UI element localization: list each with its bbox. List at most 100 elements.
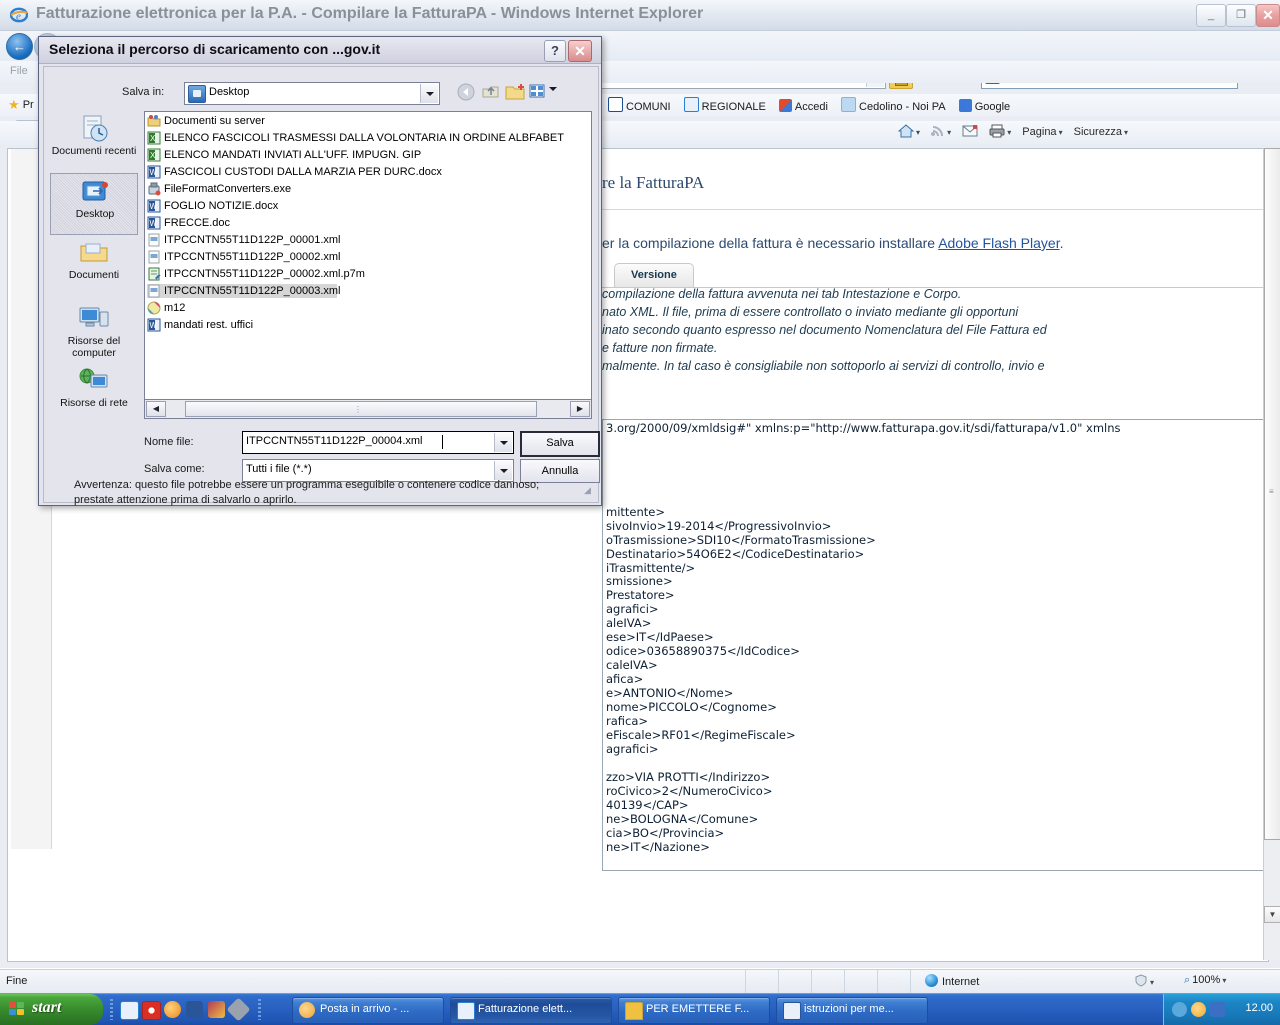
- views-dropdown-icon[interactable]: [549, 87, 557, 91]
- scroll-thumb[interactable]: ≡: [1264, 148, 1280, 840]
- ie-logo-icon: e: [9, 6, 29, 24]
- file-list-item-selected[interactable]: ITPCCNTN55T11D122P_00003.xml: [147, 284, 340, 298]
- scroll-thumb[interactable]: ⋮: [185, 401, 537, 417]
- favorite-regionale[interactable]: REGIONALE: [683, 97, 766, 113]
- minimize-button[interactable]: _: [1196, 4, 1226, 27]
- chevron-down-icon: ▾: [1007, 128, 1012, 137]
- feeds-button[interactable]: ▾: [931, 124, 951, 138]
- chevron-down-icon[interactable]: [494, 461, 512, 480]
- views-icon[interactable]: [528, 81, 550, 103]
- place-documenti-recenti[interactable]: Documenti recenti: [50, 111, 138, 173]
- antivirus-icon[interactable]: [1191, 1002, 1206, 1017]
- flash-notice: er la compilazione della fattura è neces…: [602, 235, 1063, 251]
- back-button[interactable]: ←: [6, 33, 33, 60]
- close-window-button[interactable]: ✕: [1256, 4, 1280, 27]
- file-list-horizontal-scrollbar[interactable]: ◀ ⋮ ▶: [144, 399, 592, 419]
- svg-text:W: W: [150, 202, 158, 211]
- chevron-down-icon[interactable]: [494, 433, 512, 452]
- clock[interactable]: 12.00: [1245, 1002, 1273, 1014]
- zoom-indicator[interactable]: ⌕ 100% ▾: [1184, 974, 1226, 987]
- grip-icon[interactable]: [258, 999, 261, 1020]
- favorite-cedolino[interactable]: Cedolino - Noi PA: [841, 97, 946, 113]
- file-list[interactable]: Documenti su server X ELENCO FASCICOLI TR…: [144, 111, 592, 401]
- xml-output-textarea[interactable]: 3.org/2000/09/xmldsig#" xmlns:p="http://…: [602, 419, 1268, 871]
- save-as-type-label: Salva come:: [144, 463, 205, 475]
- favorite-google[interactable]: Google: [958, 99, 1010, 113]
- dialog-body: Salva in: Desktop Documenti recenti Desk…: [43, 66, 600, 506]
- place-documenti[interactable]: Documenti: [50, 235, 138, 297]
- start-button[interactable]: start: [0, 994, 103, 1025]
- favorites-label: Pr: [22, 99, 34, 111]
- ie-icon[interactable]: [120, 1001, 139, 1020]
- status-divider: [778, 970, 779, 993]
- info-line: compilazione della fattura avvenuta nei …: [602, 287, 962, 301]
- word-icon: W: [147, 199, 161, 213]
- system-tray: 12.00: [1163, 994, 1280, 1025]
- status-divider: [811, 970, 812, 993]
- info-line: nato XML. Il file, prima di essere contr…: [602, 305, 1019, 319]
- taskbar-button-fatturazione[interactable]: Fatturazione elett...: [450, 997, 612, 1024]
- home-button[interactable]: ▾: [897, 124, 920, 138]
- favorites-button[interactable]: ★ Pr: [8, 97, 34, 113]
- taskbar-button-per-emettere[interactable]: PER EMETTERE F...: [618, 997, 770, 1024]
- zone-label: Internet: [942, 976, 980, 988]
- save-in-combobox[interactable]: Desktop: [184, 82, 440, 105]
- up-one-level-icon[interactable]: [480, 81, 502, 103]
- place-label: Risorse del computer: [67, 335, 121, 359]
- place-desktop[interactable]: Desktop: [50, 173, 138, 235]
- scroll-down-button[interactable]: ▼: [1264, 906, 1280, 923]
- new-folder-icon[interactable]: [504, 81, 526, 103]
- print-button[interactable]: ▾: [989, 124, 1011, 138]
- dialog-close-button[interactable]: ✕: [568, 40, 592, 62]
- mail-button[interactable]: [962, 124, 978, 138]
- maximize-button[interactable]: ❐: [1226, 4, 1256, 27]
- save-button[interactable]: Salva: [520, 431, 600, 457]
- favorite-accedi[interactable]: Accedi: [778, 99, 828, 113]
- caret-down-icon: ▼: [1268, 910, 1277, 919]
- my-documents-icon: [78, 238, 110, 268]
- star-icon: ★: [8, 97, 20, 112]
- chrome-icon[interactable]: [142, 1001, 161, 1020]
- show-desktop-icon[interactable]: [226, 997, 251, 1022]
- menu-item-file[interactable]: File: [10, 65, 28, 77]
- grip-icon[interactable]: [110, 999, 113, 1020]
- file-name-input[interactable]: ITPCCNTN55T11D122P_00004.xml: [242, 431, 514, 454]
- back-icon[interactable]: [456, 81, 478, 103]
- resize-grip-icon[interactable]: ◢: [584, 485, 591, 496]
- protected-mode-indicator[interactable]: ▾: [1134, 974, 1154, 988]
- show-hidden-icons-button[interactable]: [1172, 1002, 1187, 1017]
- favorite-comuni[interactable]: COMUNI: [608, 97, 671, 113]
- divider: [602, 209, 1268, 210]
- window-titlebar: e Fatturazione elettronica per la P.A. -…: [0, 0, 1280, 31]
- zoom-icon: ⌕: [1184, 974, 1191, 986]
- word-icon: W: [147, 165, 161, 179]
- chevron-down-icon: ▾: [1058, 128, 1063, 137]
- file-name-value: ITPCCNTN55T11D122P_00004.xml: [246, 435, 423, 447]
- place-risorse-del-computer[interactable]: Risorse del computer: [50, 301, 138, 363]
- taskbar-button-istruzioni[interactable]: istruzioni per me...: [776, 997, 928, 1024]
- place-label: Documenti recenti: [51, 145, 137, 157]
- paint-icon[interactable]: [208, 1001, 225, 1018]
- file-name: mandati rest. uffici: [164, 319, 254, 331]
- dialog-titlebar: Seleziona il percorso di scaricamento co…: [39, 37, 601, 64]
- svg-text:W: W: [150, 219, 158, 228]
- taskbar-button-posta[interactable]: Posta in arrivo - ...: [292, 997, 444, 1024]
- text-caret: [442, 435, 443, 449]
- taskbar-label: istruzioni per me...: [804, 1003, 894, 1015]
- word-icon[interactable]: [186, 1001, 203, 1018]
- security-zone-indicator[interactable]: Internet: [925, 974, 979, 988]
- dialog-help-button[interactable]: ?: [544, 40, 566, 62]
- page-title: re la FatturaPA: [602, 173, 705, 192]
- scroll-left-button[interactable]: ◀: [146, 401, 166, 417]
- browser-vertical-scrollbar[interactable]: ≡ ▼: [1263, 148, 1280, 960]
- scroll-right-button[interactable]: ▶: [570, 401, 590, 417]
- place-risorse-di-rete[interactable]: Risorse di rete: [50, 363, 138, 425]
- network-icon[interactable]: [1210, 1002, 1225, 1017]
- security-menu-button[interactable]: Sicurezza ▾: [1074, 126, 1128, 138]
- tab-versione[interactable]: Versione: [614, 263, 694, 287]
- chevron-down-icon[interactable]: [420, 84, 438, 103]
- firefox-icon[interactable]: [164, 1001, 181, 1018]
- adobe-flash-player-link[interactable]: Adobe Flash Player: [938, 235, 1059, 251]
- file-name: ITPCCNTN55T11D122P_00002.xml.p7m: [164, 268, 365, 280]
- page-menu-button[interactable]: Pagina ▾: [1022, 126, 1062, 138]
